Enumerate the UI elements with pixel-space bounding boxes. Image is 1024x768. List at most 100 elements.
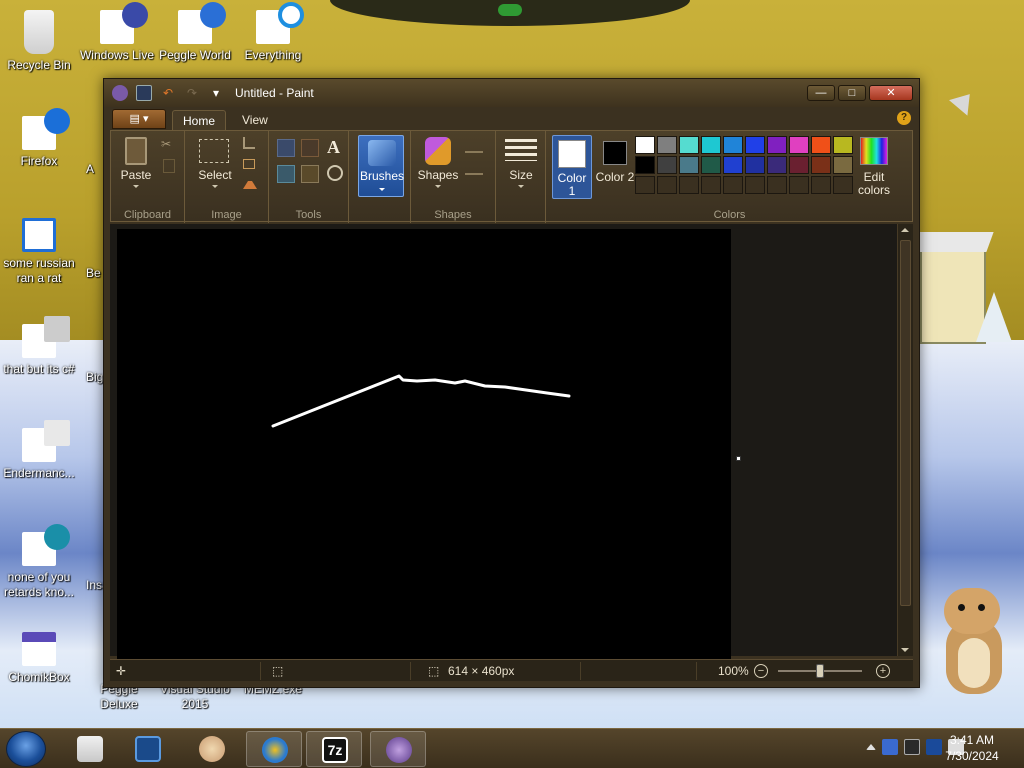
canvas-workspace[interactable]	[110, 224, 898, 659]
desktop-icon-chomikbox[interactable]: ChomikBox	[0, 632, 78, 685]
tab-view[interactable]: View	[232, 110, 278, 130]
chevron-down-icon	[518, 185, 524, 188]
scroll-up-icon[interactable]	[901, 228, 909, 232]
brushes-button[interactable]: Brushes	[358, 135, 404, 197]
taskbar-item-firefox[interactable]	[246, 731, 302, 767]
taskbar-clock[interactable]: 3:41 AM 7/30/2024	[936, 732, 1008, 764]
desktop-icon-partial[interactable]: Big	[86, 370, 104, 385]
shapes-group: Shapes Shapes	[410, 131, 496, 223]
paint-window[interactable]: ↶ ↷ ▾ Untitled - Paint — □ ✕ ▤ ▾ Home Vi…	[103, 78, 920, 688]
undo-icon[interactable]: ↶	[160, 85, 176, 101]
chevron-down-icon	[435, 185, 441, 188]
desktop-icon-label: some russian ran a rat	[3, 256, 75, 285]
drawing-canvas[interactable]	[117, 229, 731, 659]
save-icon[interactable]	[136, 85, 152, 101]
zoom-in-button[interactable]: +	[876, 664, 890, 678]
taskbar-item-media-player[interactable]	[120, 731, 176, 767]
taskbar-item-files[interactable]	[62, 731, 118, 767]
scrollbar-thumb[interactable]	[900, 240, 911, 606]
hamster-desktop-pet[interactable]	[938, 588, 1008, 698]
desktop-icon-csharp[interactable]: that but its c#	[0, 316, 78, 377]
minimize-button[interactable]: —	[807, 85, 835, 101]
desktop-icon-label: that but its c#	[3, 362, 75, 376]
zoom-slider-thumb[interactable]	[816, 664, 824, 678]
media-player-icon	[135, 736, 161, 762]
text-tool-icon[interactable]: A	[327, 137, 345, 157]
desktop-icon-none-of-you[interactable]: none of you retards kno...	[0, 524, 78, 600]
show-hidden-icons-icon[interactable]	[866, 744, 876, 750]
zoom-level: 100%	[718, 664, 749, 678]
shapes-label: Shapes	[417, 168, 459, 182]
tab-home[interactable]: Home	[172, 110, 227, 130]
desktop-icon-partial[interactable]: Insa	[86, 578, 109, 593]
paste-button[interactable]: Paste	[117, 135, 155, 195]
title-bar[interactable]: ↶ ↷ ▾ Untitled - Paint — □ ✕	[104, 79, 919, 107]
taskbar-item-paint[interactable]	[370, 731, 426, 767]
select-label: Select	[198, 168, 232, 182]
canvas-dimensions: 614 × 460px	[448, 664, 515, 678]
paint-app-icon	[386, 737, 412, 763]
clock-time: 3:41 AM	[949, 733, 995, 747]
desktop-icon-partial[interactable]: Be	[86, 266, 104, 281]
rotate-icon[interactable]	[243, 179, 257, 189]
desktop-icon-russian-rat[interactable]: some russian ran a rat	[0, 218, 78, 286]
clipboard-group-label: Clipboard	[123, 209, 172, 221]
desktop-icon-everything[interactable]: Everything	[234, 2, 312, 63]
quick-access-toolbar: ↶ ↷ ▾	[112, 85, 224, 101]
paint-menu-button[interactable]: ▤ ▾	[112, 109, 166, 129]
clock-date: 7/30/2024	[945, 749, 999, 763]
desktop-icon-windows-live[interactable]: Windows Live	[78, 2, 156, 63]
status-divider	[410, 662, 411, 680]
size-group: Size	[496, 131, 546, 223]
customize-toolbar-icon[interactable]: ▾	[208, 85, 224, 101]
tools-group-label: Tools	[295, 209, 322, 221]
shapes-group-label: Shapes	[434, 209, 472, 221]
select-button[interactable]: Select	[193, 135, 237, 195]
clipboard-icon	[125, 137, 147, 165]
desktop-icon-peggle-world[interactable]: Peggle World	[156, 2, 234, 63]
fill-icon[interactable]	[465, 161, 483, 175]
window-title: Untitled - Paint	[235, 86, 314, 100]
device-icon[interactable]	[904, 739, 920, 755]
canvas-resize-handle[interactable]	[736, 456, 741, 461]
zoom-out-button[interactable]: −	[754, 664, 768, 678]
close-button[interactable]: ✕	[869, 85, 913, 101]
firefox-icon	[22, 108, 70, 150]
taskbar-item-app[interactable]	[184, 731, 240, 767]
network-icon[interactable]	[882, 739, 898, 755]
cut-icon[interactable]: ✂	[161, 137, 175, 151]
taskbar-item-7zip[interactable]: 7z	[306, 731, 362, 767]
fill-bucket-icon[interactable]	[301, 139, 319, 157]
desktop-icon-label: Big	[86, 370, 104, 384]
desktop-icon-endermanch[interactable]: Endermanc...	[0, 420, 78, 481]
paint-app-icon[interactable]	[112, 85, 128, 101]
crop-icon[interactable]	[243, 137, 255, 149]
desktop-icon-label: Firefox	[20, 154, 58, 168]
desktop-icon-firefox[interactable]: Firefox	[0, 108, 78, 169]
copy-icon[interactable]	[163, 159, 175, 173]
magnifier-icon[interactable]	[327, 165, 343, 181]
outline-icon[interactable]	[465, 139, 483, 153]
windows-live-icon	[100, 2, 148, 44]
maximize-button[interactable]: □	[838, 85, 866, 101]
peggle-world-icon	[178, 2, 226, 44]
desktop-icon-partial[interactable]: A	[86, 162, 104, 177]
resize-icon[interactable]	[243, 159, 255, 169]
taskbar: 7z 3:41 AM 7/30/2024	[0, 728, 1024, 768]
cursor-position-icon: ✛	[116, 664, 127, 678]
desktop-icon-label: Be	[86, 266, 101, 280]
firefox-icon	[262, 737, 288, 763]
redo-icon[interactable]: ↷	[184, 85, 200, 101]
scroll-down-icon[interactable]	[901, 648, 909, 652]
vertical-scrollbar[interactable]	[897, 224, 913, 656]
size-button[interactable]: Size	[500, 135, 542, 195]
start-button[interactable]	[6, 731, 46, 767]
help-icon[interactable]: ?	[897, 111, 911, 125]
desktop-icon-label: Everything	[244, 48, 302, 62]
desktop-icon-recycle-bin[interactable]: Recycle Bin	[0, 4, 78, 73]
color-picker-icon[interactable]	[301, 165, 319, 183]
eraser-icon[interactable]	[277, 165, 295, 183]
shapes-button[interactable]: Shapes	[417, 135, 459, 195]
internet-explorer-icon	[22, 218, 56, 252]
pencil-icon[interactable]	[277, 139, 295, 157]
